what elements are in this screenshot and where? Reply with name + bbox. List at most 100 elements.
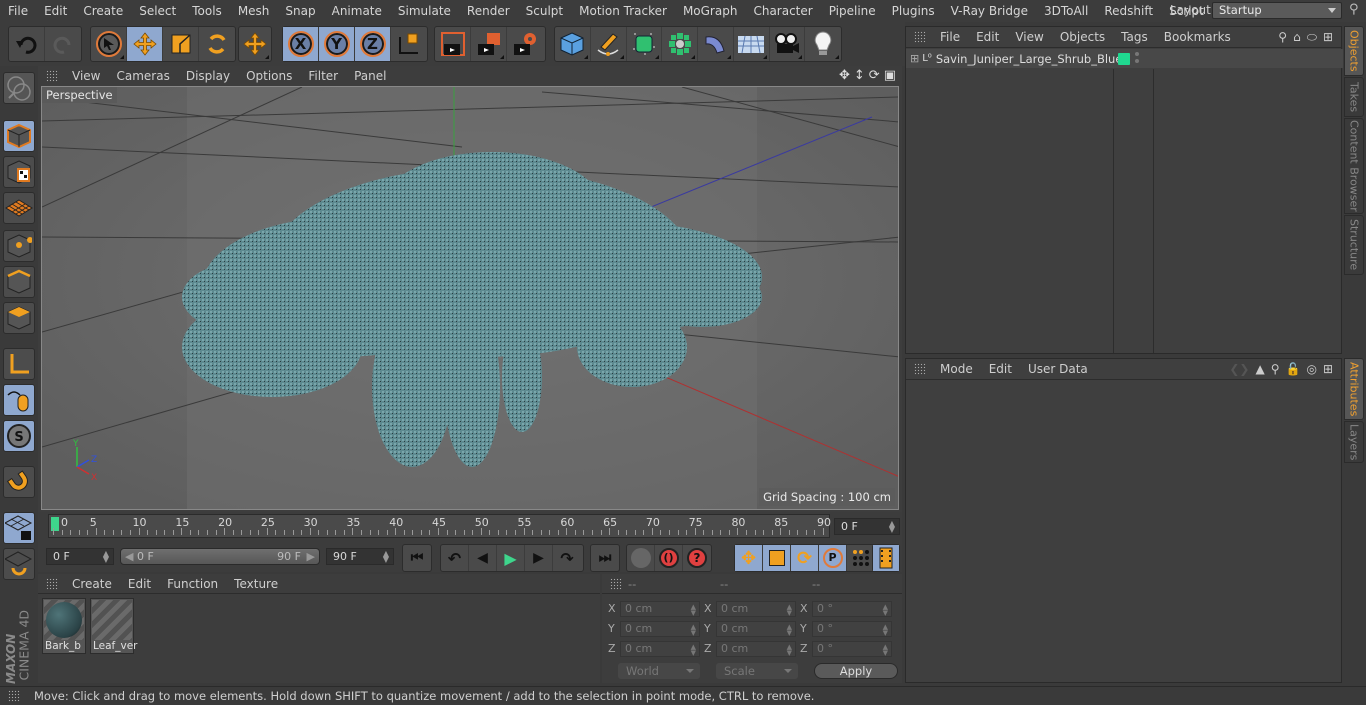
rotate-tool-button[interactable] [199, 27, 235, 61]
coordinate-system-button[interactable] [391, 27, 427, 61]
viewport-menu-cameras[interactable]: Cameras [108, 69, 177, 83]
spinner-icon[interactable]: ▲ ▼ [883, 604, 888, 617]
viewport-menu-filter[interactable]: Filter [300, 69, 346, 83]
object-tag-icon[interactable] [1118, 53, 1130, 65]
render-picture-viewer-button[interactable] [471, 27, 507, 61]
autokey-button[interactable]: () [655, 545, 683, 571]
position-key-button[interactable]: ✥ [735, 545, 763, 571]
spinner-icon[interactable]: ▲ ▼ [691, 644, 696, 657]
material-item-leaf[interactable]: Leaf_ver [90, 598, 138, 654]
rotation-key-button[interactable]: ⟳ [791, 545, 819, 571]
material-item-bark[interactable]: Bark_b [42, 598, 86, 654]
end-frame-field[interactable]: 90 F ▲ ▼ [326, 548, 394, 565]
tweak-mode-button[interactable] [3, 384, 35, 416]
keyframe-selection-button[interactable]: ? [683, 545, 711, 571]
play-button[interactable]: ▶ [497, 545, 525, 571]
camera-label[interactable]: Perspective [42, 87, 117, 103]
spinner-icon[interactable]: ▲ ▼ [383, 550, 389, 564]
go-to-end-button[interactable]: ⏭ [591, 545, 619, 571]
menu-3dtoall[interactable]: 3DToAll [1036, 4, 1096, 18]
polygons-mode-button[interactable] [3, 302, 35, 334]
range-left-arrow-icon[interactable]: ◀ [125, 549, 133, 564]
grip-handle[interactable] [46, 69, 58, 82]
menu-create[interactable]: Create [75, 4, 131, 18]
object-name[interactable]: Savin_Juniper_Large_Shrub_Blue [936, 52, 1123, 66]
attributes-menu-mode[interactable]: Mode [932, 362, 981, 376]
spinner-icon[interactable]: ▲ ▼ [889, 520, 895, 534]
objects-menu-edit[interactable]: Edit [968, 30, 1007, 44]
menu-plugins[interactable]: Plugins [884, 4, 943, 18]
scale-tool-button[interactable] [163, 27, 199, 61]
snap-button[interactable] [3, 466, 35, 498]
menu-mesh[interactable]: Mesh [230, 4, 278, 18]
move-tool-button[interactable] [127, 27, 163, 61]
start-frame-field[interactable]: 0 F ▲ ▼ [46, 548, 114, 565]
expand-icon[interactable]: ⊞ [910, 52, 919, 65]
redo-button[interactable] [45, 27, 81, 61]
live-selection-button[interactable] [91, 27, 127, 61]
up-arrow-icon[interactable]: ▲ [1255, 362, 1264, 376]
grip-handle[interactable] [914, 363, 926, 375]
go-to-start-button[interactable]: ⏮ [403, 545, 431, 571]
lock-workplane-button[interactable] [3, 512, 35, 544]
target-icon[interactable]: ◎ [1306, 362, 1316, 376]
record-keys-button[interactable] [627, 545, 655, 571]
grip-handle[interactable] [914, 31, 926, 43]
objects-menu-bookmarks[interactable]: Bookmarks [1156, 30, 1239, 44]
lock-icon[interactable]: 🔓 [1286, 362, 1301, 376]
model-mode-button[interactable] [3, 120, 35, 152]
parameter-key-button[interactable]: P [819, 545, 847, 571]
pan-view-icon[interactable]: ✥ [839, 68, 850, 83]
floor-button[interactable] [734, 27, 770, 61]
axis-mode-button[interactable] [3, 348, 35, 380]
camera-button[interactable] [770, 27, 806, 61]
spinner-icon[interactable]: ▲ ▼ [883, 624, 888, 637]
menu-simulate[interactable]: Simulate [390, 4, 459, 18]
material-menu-create[interactable]: Create [64, 577, 120, 591]
size-y-field[interactable]: 0 cm ▲ ▼ [716, 621, 796, 637]
menu-redshift[interactable]: Redshift [1096, 4, 1161, 18]
edges-mode-button[interactable] [3, 266, 35, 298]
history-icon[interactable]: ❮❯ [1229, 362, 1249, 376]
cube-button[interactable] [555, 27, 591, 61]
menu-motion-tracker[interactable]: Motion Tracker [571, 4, 675, 18]
rotation-y-field[interactable]: 0 ° ▲ ▼ [812, 621, 892, 637]
menu-file[interactable]: File [0, 4, 36, 18]
search-icon[interactable]: ⚲ [1271, 362, 1280, 376]
solo-button[interactable]: S [3, 420, 35, 452]
bend-deformer-button[interactable] [698, 27, 734, 61]
viewport-menu-display[interactable]: Display [178, 69, 238, 83]
previous-frame-button[interactable]: ◀ [469, 545, 497, 571]
menu-tools[interactable]: Tools [184, 4, 230, 18]
render-settings-button[interactable] [507, 27, 543, 61]
scale-key-button[interactable] [763, 545, 791, 571]
menu-sculpt[interactable]: Sculpt [518, 4, 571, 18]
zoom-view-icon[interactable]: ↕ [854, 68, 865, 83]
menu-animate[interactable]: Animate [324, 4, 390, 18]
pen-spline-button[interactable] [591, 27, 627, 61]
current-frame-field[interactable]: 0 F ▲ ▼ [834, 518, 900, 535]
spinner-icon[interactable]: ▲ ▼ [691, 624, 696, 637]
position-z-field[interactable]: 0 cm ▲ ▼ [620, 641, 700, 657]
undo-button[interactable] [9, 27, 45, 61]
tab-layers[interactable]: Layers [1344, 421, 1364, 463]
next-key-button[interactable]: ↷ [553, 545, 581, 571]
cloner-button[interactable] [662, 27, 698, 61]
render-view-button[interactable] [435, 27, 471, 61]
next-frame-button[interactable]: ▶ [525, 545, 553, 571]
menu-vray-bridge[interactable]: V-Ray Bridge [943, 4, 1036, 18]
make-editable-button[interactable] [3, 72, 35, 104]
size-z-field[interactable]: 0 cm ▲ ▼ [716, 641, 796, 657]
visibility-dots-icon[interactable] [1135, 52, 1139, 66]
object-row[interactable]: ⊞ L⁰ Savin_Juniper_Large_Shrub_Blue [906, 49, 1343, 68]
objects-menu-file[interactable]: File [932, 30, 968, 44]
menu-character[interactable]: Character [745, 4, 820, 18]
tab-takes[interactable]: Takes [1344, 77, 1364, 117]
tab-structure[interactable]: Structure [1344, 215, 1364, 275]
new-panel-icon[interactable]: ⊞ [1323, 30, 1333, 45]
size-x-field[interactable]: 0 cm ▲ ▼ [716, 601, 796, 617]
objects-menu-view[interactable]: View [1007, 30, 1051, 44]
objects-menu-objects[interactable]: Objects [1052, 30, 1113, 44]
ellipse-icon[interactable]: ⬭ [1307, 30, 1317, 45]
recent-tool-button[interactable] [239, 27, 271, 61]
